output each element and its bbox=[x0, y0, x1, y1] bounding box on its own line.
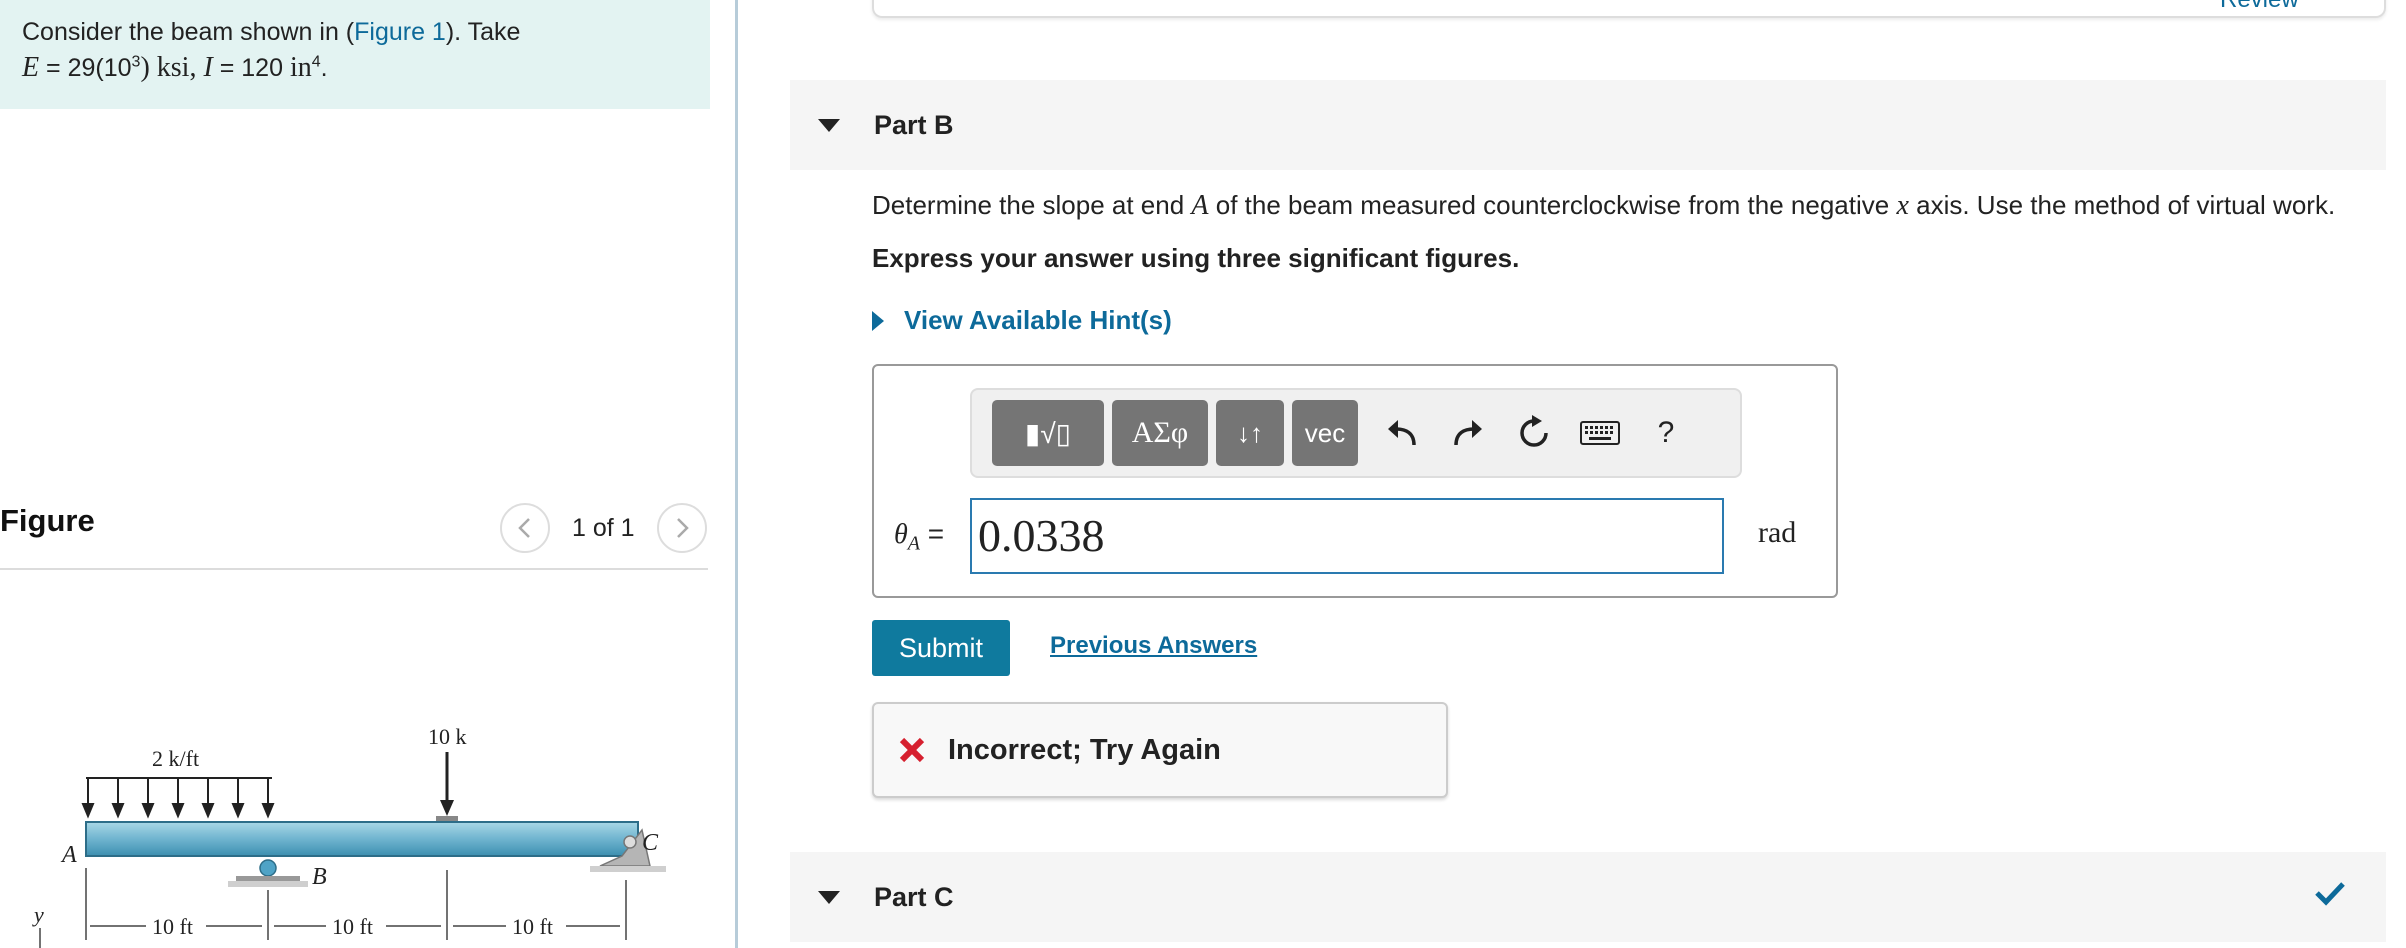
chevron-left-icon bbox=[518, 518, 530, 538]
figure-pager: 1 of 1 bbox=[500, 503, 710, 553]
help-button[interactable]: ? bbox=[1636, 400, 1696, 466]
submit-button[interactable]: Submit bbox=[872, 620, 1010, 676]
distributed-load-label: 2 k/ft bbox=[152, 746, 199, 771]
part-c-header[interactable]: Part C bbox=[790, 852, 2386, 942]
inertia-exponent: 4 bbox=[311, 53, 321, 71]
templates-icon: ▮√▯ bbox=[1024, 417, 1072, 449]
part-b-instruction: Express your answer using three signific… bbox=[872, 243, 1520, 273]
answer-label: θA = bbox=[894, 518, 944, 556]
modulus-value: = 29(10 bbox=[39, 54, 132, 82]
redo-icon bbox=[1454, 420, 1482, 446]
reset-icon bbox=[1520, 415, 1548, 447]
previous-answers-link[interactable]: Previous Answers bbox=[1050, 632, 1257, 660]
answer-input[interactable]: 0.0338 bbox=[970, 498, 1724, 574]
help-icon: ? bbox=[1657, 416, 1675, 449]
answer-box: ▮√▯ ΑΣφ ↓↑ vec ? θA = 0.0338 rad bbox=[872, 364, 1838, 598]
reset-button[interactable] bbox=[1504, 400, 1564, 466]
point-c-label: C bbox=[642, 830, 659, 856]
undo-icon bbox=[1388, 420, 1416, 446]
hint-label: View Available Hint(s) bbox=[904, 305, 1172, 335]
part-b-label: Part B bbox=[874, 109, 954, 140]
question-text-mid: of the beam measured counterclockwise fr… bbox=[1208, 190, 1897, 220]
collapse-triangle-icon bbox=[818, 118, 840, 132]
inertia-variable: I bbox=[203, 52, 213, 83]
figure-divider bbox=[0, 568, 708, 570]
ground-c bbox=[590, 866, 666, 872]
beam-figure: 2 k/ft 10 k A B C 10 ft 10 ft 10 ft y bbox=[32, 724, 666, 948]
part-b-question: Determine the slope at end A of the beam… bbox=[872, 190, 2335, 222]
ground-b-hatch bbox=[228, 881, 308, 887]
expand-triangle-icon bbox=[872, 310, 884, 331]
keyboard-icon bbox=[1580, 421, 1620, 445]
problem-text-after: ). Take bbox=[445, 18, 521, 46]
vector-button[interactable]: vec bbox=[1292, 400, 1358, 466]
roller-support-b bbox=[259, 859, 277, 877]
pager-count: 1 of 1 bbox=[572, 513, 635, 542]
redo-button[interactable] bbox=[1438, 400, 1498, 466]
point-load-arrowhead bbox=[440, 800, 454, 816]
feedback-box: Incorrect; Try Again bbox=[872, 702, 1448, 798]
question-text: Determine the slope at end bbox=[872, 190, 1192, 220]
inertia-end: . bbox=[320, 54, 328, 82]
modulus-unit: ) ksi, bbox=[140, 52, 204, 83]
math-toolbar: ▮√▯ ΑΣφ ↓↑ vec ? bbox=[970, 388, 1742, 478]
vec-label: vec bbox=[1304, 417, 1346, 448]
arrows-button[interactable]: ↓↑ bbox=[1216, 400, 1284, 466]
arrows-icon: ↓↑ bbox=[1237, 417, 1263, 448]
undo-button[interactable] bbox=[1372, 400, 1432, 466]
feedback-message: Incorrect; Try Again bbox=[948, 733, 1221, 766]
question-text-end: axis. Use the method of virtual work. bbox=[1908, 190, 2336, 220]
modulus-variable: E bbox=[22, 52, 40, 83]
answer-subscript: A bbox=[907, 532, 920, 555]
point-b-label: B bbox=[312, 864, 327, 890]
distributed-load-arrows bbox=[81, 778, 275, 819]
next-figure-button[interactable] bbox=[656, 503, 707, 553]
part-b-header[interactable]: Part B bbox=[790, 80, 2386, 170]
point-load-label: 10 k bbox=[428, 724, 467, 749]
chevron-right-icon bbox=[676, 518, 689, 538]
pin-c bbox=[623, 835, 637, 849]
view-hints-toggle[interactable]: View Available Hint(s) bbox=[872, 305, 1172, 336]
ground-b bbox=[236, 876, 300, 881]
part-c-label: Part C bbox=[874, 881, 954, 912]
answer-unit: rad bbox=[1758, 516, 1797, 549]
answer-equals: = bbox=[919, 518, 945, 549]
dimension-ab: 10 ft bbox=[152, 914, 193, 939]
figure-title: Figure bbox=[0, 503, 95, 538]
checkmark-icon bbox=[2315, 882, 2345, 906]
part-a-card bbox=[872, 0, 2386, 18]
beam bbox=[85, 821, 639, 857]
greek-symbols-button[interactable]: ΑΣφ bbox=[1112, 400, 1208, 466]
inertia-value: = 120 bbox=[212, 54, 290, 82]
greek-icon: ΑΣφ bbox=[1131, 416, 1189, 449]
inertia-unit: in bbox=[289, 52, 312, 83]
point-a-label: A bbox=[60, 842, 77, 868]
figure-link[interactable]: Figure 1 bbox=[354, 18, 446, 46]
question-variable-a: A bbox=[1191, 190, 1209, 221]
panel-divider[interactable] bbox=[735, 0, 738, 948]
templates-button[interactable]: ▮√▯ bbox=[992, 400, 1104, 466]
keyboard-button[interactable] bbox=[1570, 400, 1630, 466]
y-axis-label: y bbox=[32, 902, 44, 927]
answer-variable: θ bbox=[894, 519, 908, 550]
prev-figure-button[interactable] bbox=[500, 503, 550, 553]
dimension-b-load: 10 ft bbox=[332, 914, 373, 939]
review-link[interactable]: Review bbox=[2220, 0, 2299, 14]
problem-panel: Consider the beam shown in (Figure 1). T… bbox=[0, 0, 730, 948]
dimension-load-c: 10 ft bbox=[512, 914, 553, 939]
problem-text: Consider the beam shown in ( bbox=[22, 18, 355, 46]
question-variable-x: x bbox=[1896, 190, 1909, 221]
problem-statement: Consider the beam shown in (Figure 1). T… bbox=[0, 0, 710, 109]
collapse-triangle-icon bbox=[818, 890, 840, 904]
error-x-icon bbox=[899, 737, 925, 763]
parts-panel: Review Part B Determine the slope at end… bbox=[790, 0, 2390, 948]
